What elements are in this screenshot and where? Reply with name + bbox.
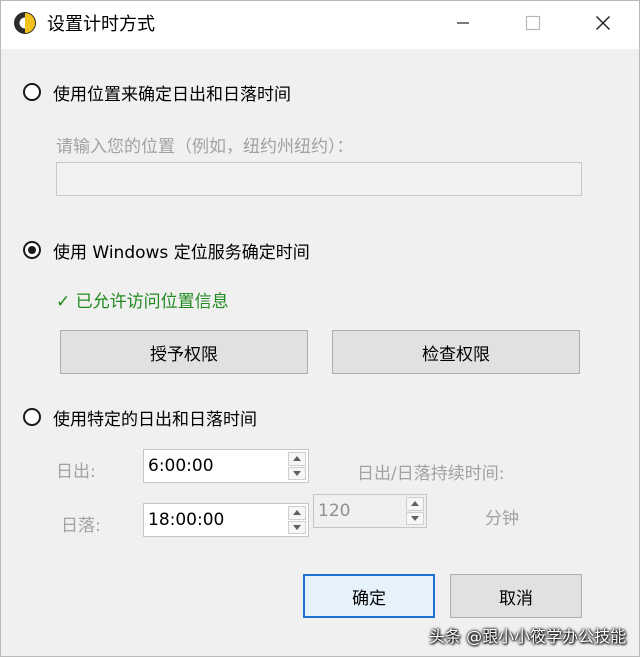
- window-title: 设置计时方式: [47, 14, 155, 35]
- duration-spin-buttons: [406, 497, 424, 525]
- chevron-down-icon: [411, 515, 419, 521]
- radio-button-windows[interactable]: [23, 241, 41, 259]
- app-icon: [14, 12, 36, 34]
- sunrise-time-spinner[interactable]: 6:00:00: [143, 449, 309, 483]
- close-button[interactable]: [571, 1, 635, 45]
- duration-increment-button[interactable]: [406, 497, 424, 511]
- dialog-window: 设置计时方式 使用位置来确定日出和日落时间 请输入您的位置（例如，纽约州纽约）：: [0, 0, 640, 657]
- duration-spinner[interactable]: 120: [313, 494, 427, 528]
- cancel-button[interactable]: 取消: [450, 574, 582, 618]
- chevron-down-icon: [293, 524, 301, 530]
- radio-use-windows-location[interactable]: 使用 Windows 定位服务确定时间: [23, 237, 310, 263]
- duration-value: 120: [318, 501, 351, 521]
- watermark-text: 头条 @跟小小筱学办公技能: [429, 627, 627, 646]
- sunrise-time-value: 6:00:00: [148, 456, 214, 476]
- radio-button-location[interactable]: [23, 83, 41, 101]
- sunrise-decrement-button[interactable]: [288, 466, 306, 480]
- chevron-down-icon: [293, 470, 301, 476]
- sunset-time-spinner[interactable]: 18:00:00: [143, 503, 309, 537]
- duration-decrement-button[interactable]: [406, 511, 424, 525]
- sunrise-label: 日出:: [56, 462, 96, 482]
- location-prompt: 请输入您的位置（例如，纽约州纽约）：: [56, 137, 354, 157]
- radio-label-custom: 使用特定的日出和日落时间: [53, 409, 257, 430]
- permission-status: ✓ 已允许访问位置信息: [56, 292, 229, 312]
- sunrise-increment-button[interactable]: [288, 452, 306, 466]
- sunset-decrement-button[interactable]: [288, 520, 306, 534]
- check-permission-button[interactable]: 检查权限: [332, 330, 580, 374]
- chevron-up-icon: [411, 501, 419, 507]
- sunrise-spin-buttons: [288, 452, 306, 480]
- sunset-label: 日落:: [61, 516, 101, 536]
- minimize-icon: [457, 22, 469, 24]
- sunset-spin-buttons: [288, 506, 306, 534]
- duration-unit: 分钟: [485, 509, 519, 529]
- sunset-time-value: 18:00:00: [148, 510, 225, 530]
- radio-use-custom-times[interactable]: 使用特定的日出和日落时间: [23, 404, 257, 430]
- location-input[interactable]: [56, 162, 582, 196]
- maximize-button[interactable]: [501, 1, 565, 45]
- radio-button-custom[interactable]: [23, 408, 41, 426]
- duration-label: 日出/日落持续时间:: [357, 464, 505, 484]
- chevron-up-icon: [293, 456, 301, 462]
- chevron-up-icon: [293, 510, 301, 516]
- ok-button[interactable]: 确定: [303, 574, 435, 618]
- sunset-increment-button[interactable]: [288, 506, 306, 520]
- maximize-icon: [525, 15, 541, 31]
- radio-label-windows: 使用 Windows 定位服务确定时间: [53, 242, 310, 263]
- title-bar[interactable]: 设置计时方式: [1, 1, 639, 49]
- close-icon: [596, 16, 610, 30]
- radio-label-location: 使用位置来确定日出和日落时间: [53, 84, 291, 105]
- grant-permission-button[interactable]: 授予权限: [60, 330, 308, 374]
- radio-use-location[interactable]: 使用位置来确定日出和日落时间: [23, 79, 291, 105]
- minimize-button[interactable]: [431, 1, 495, 45]
